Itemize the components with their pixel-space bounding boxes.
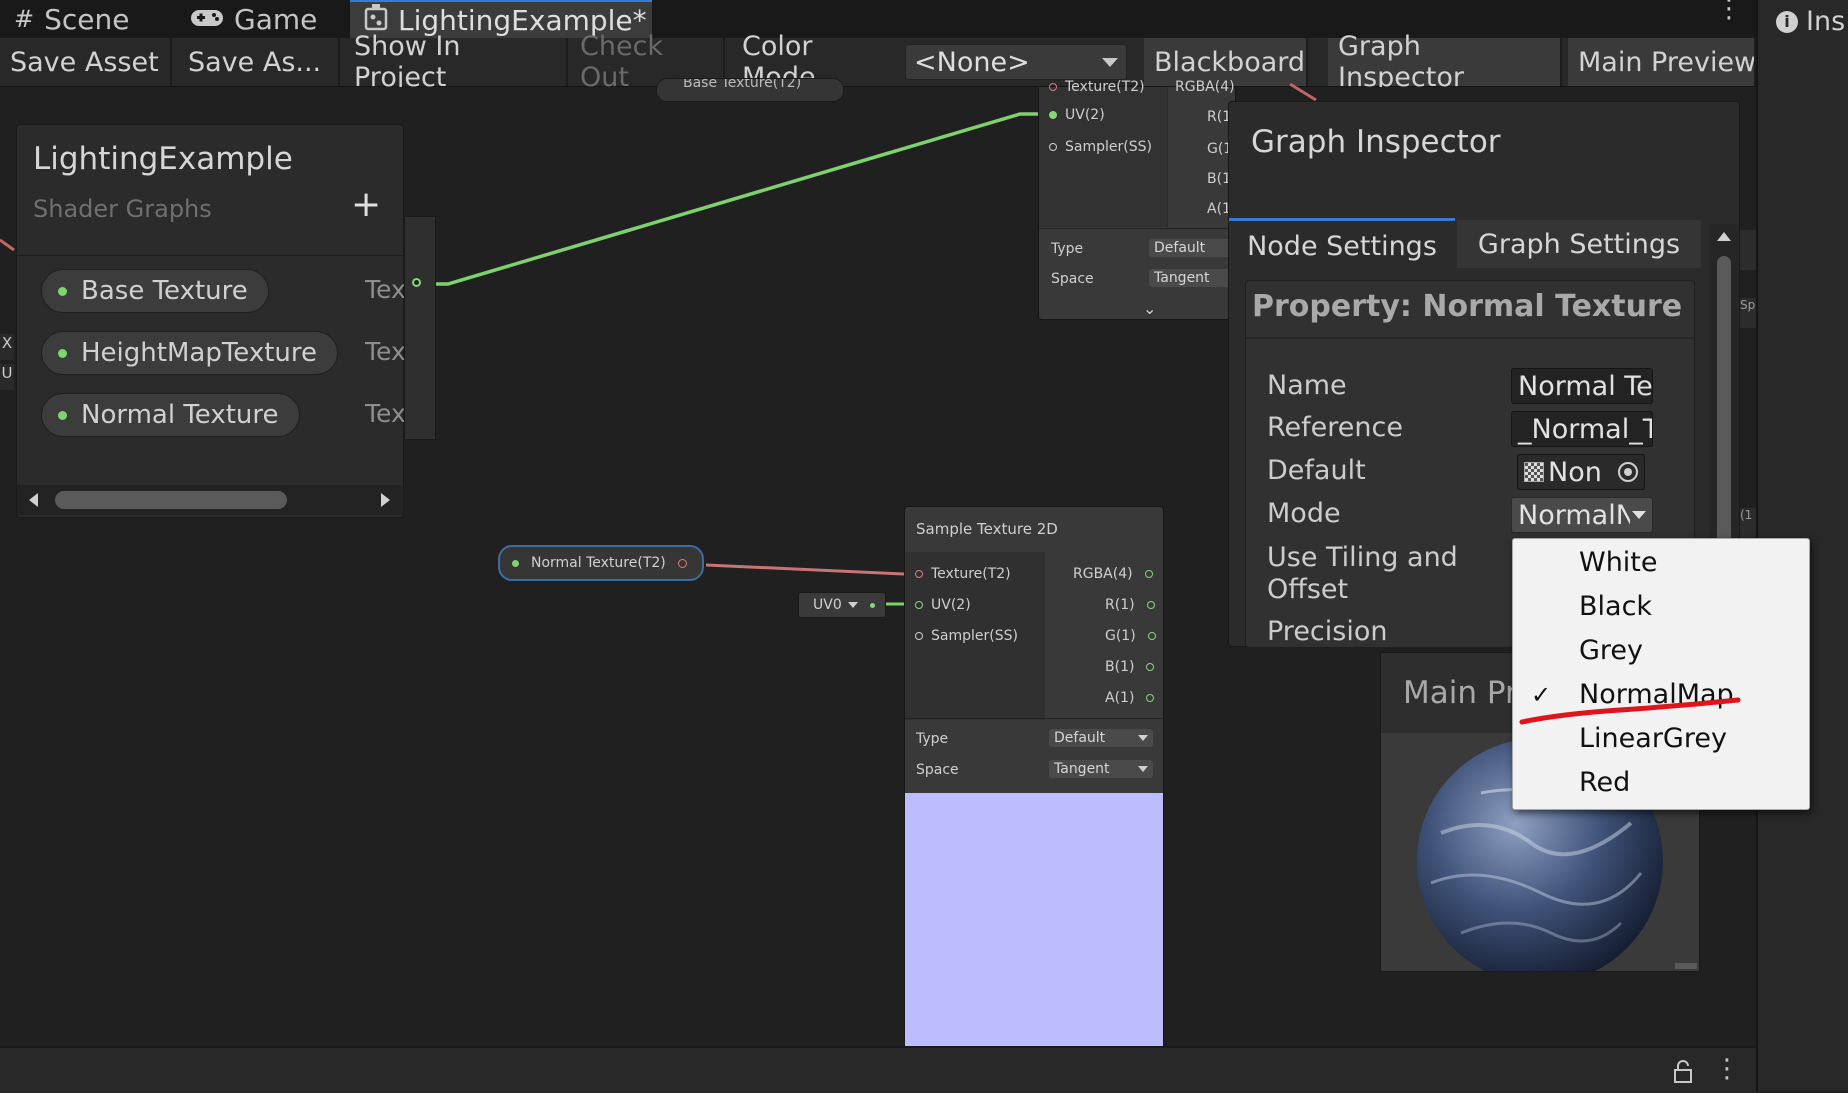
- scroll-up-icon[interactable]: [1717, 232, 1731, 241]
- port-texture-input[interactable]: Texture(T2): [1049, 79, 1145, 95]
- port-r-output[interactable]: R(1): [1105, 597, 1155, 613]
- add-property-icon[interactable]: +: [351, 187, 381, 223]
- chevron-down-icon: [847, 602, 858, 608]
- port-rgba-output[interactable]: RGBA(4): [1175, 79, 1235, 95]
- tab-graph-settings[interactable]: Graph Settings: [1457, 220, 1701, 268]
- blackboard-title: LightingExample: [33, 141, 293, 177]
- space-label: Space: [1051, 271, 1094, 287]
- sample-texture-node-top[interactable]: Texture(T2) UV(2) Sampler(SS) RGBA(4) R(…: [1038, 79, 1236, 320]
- port-g-output[interactable]: G(1): [1105, 628, 1156, 644]
- tab-inspector[interactable]: i Ins: [1776, 6, 1845, 37]
- scrollbar-thumb[interactable]: [1717, 256, 1731, 546]
- scroll-right-icon[interactable]: [381, 493, 390, 507]
- name-field[interactable]: Normal Te: [1511, 368, 1653, 404]
- sample-texture-2d-node[interactable]: Sample Texture 2D Texture(T2) UV(2) Samp…: [904, 506, 1164, 1048]
- space-label: Space: [916, 762, 959, 778]
- status-bar: ⋮: [0, 1046, 1756, 1093]
- preview-resize-handle[interactable]: [1675, 963, 1697, 969]
- blackboard-panel[interactable]: LightingExample Shader Graphs + Base Tex…: [16, 124, 406, 518]
- tab-node-settings[interactable]: Node Settings: [1229, 218, 1455, 271]
- blackboard-resize-edge: [404, 216, 436, 440]
- scroll-left-icon[interactable]: [29, 493, 38, 507]
- scrollbar-thumb[interactable]: [55, 491, 287, 509]
- default-label: Default: [1267, 455, 1366, 486]
- property-type-label: Tex: [365, 275, 406, 304]
- mode-value: NormalN: [1518, 499, 1630, 531]
- type-dropdown[interactable]: Default: [1149, 239, 1235, 257]
- node-port-tag-u: U: [0, 364, 14, 390]
- lock-icon[interactable]: [1672, 1060, 1694, 1088]
- edge-basetexture-uv: [418, 112, 1046, 286]
- base-texture-property-node[interactable]: Base Texture(T2): [656, 78, 844, 102]
- side-tag-1: (1: [1740, 508, 1756, 538]
- type-label: Type: [1051, 241, 1084, 257]
- mode-dropdown-menu[interactable]: White Black Grey ✓ NormalMap LinearGrey …: [1512, 538, 1810, 810]
- mode-label: Mode: [1267, 498, 1341, 529]
- blackboard-subtitle: Shader Graphs: [33, 195, 212, 223]
- chevron-down-icon[interactable]: ⌄: [1143, 299, 1156, 318]
- port-output-dot[interactable]: [677, 558, 687, 568]
- space-dropdown[interactable]: Tangent: [1049, 760, 1153, 778]
- uv0-label: UV0: [813, 597, 842, 613]
- reference-field[interactable]: _Normal_T: [1511, 411, 1653, 447]
- normal-texture-property-node[interactable]: Normal Texture(T2): [498, 545, 704, 581]
- red-underline-annotation: [1519, 697, 1741, 725]
- port-uv-input[interactable]: UV(2): [1049, 107, 1105, 123]
- tab-inspector-label: Ins: [1806, 6, 1846, 37]
- side-tab: [1740, 230, 1756, 270]
- port-output-dot[interactable]: [412, 278, 421, 287]
- type-label: Type: [916, 731, 949, 747]
- node-preview-swatch: [905, 793, 1163, 1047]
- property-section-title: Property: Normal Texture: [1252, 289, 1683, 324]
- port-b-output[interactable]: B(1): [1105, 659, 1155, 675]
- property-base-texture[interactable]: Base Texture: [41, 269, 269, 313]
- use-tiling-label-line2: Offset: [1267, 574, 1349, 605]
- property-normal-texture[interactable]: Normal Texture: [41, 393, 300, 437]
- normal-texture-node-label: Normal Texture(T2): [531, 555, 666, 571]
- port-texture-input[interactable]: Texture(T2): [915, 566, 1011, 582]
- base-texture-node-label: Base Texture(T2): [683, 78, 802, 91]
- menu-item-red[interactable]: Red: [1579, 767, 1630, 798]
- property-dot-icon: [512, 559, 519, 567]
- port-rgba-output[interactable]: RGBA(4): [1073, 566, 1153, 582]
- object-picker-icon[interactable]: [1618, 462, 1638, 482]
- mode-dropdown[interactable]: NormalN: [1511, 497, 1653, 533]
- name-label: Name: [1267, 370, 1347, 401]
- port-dot: [869, 602, 875, 608]
- node-port-tag-x: X: [0, 334, 14, 360]
- type-dropdown[interactable]: Default: [1049, 729, 1153, 747]
- property-type-label: Tex: [365, 337, 406, 366]
- use-tiling-label: Use Tiling and: [1267, 542, 1458, 573]
- edge-normaltexture-texture: [705, 563, 905, 576]
- menu-item-black[interactable]: Black: [1579, 591, 1652, 622]
- checker-texture-icon: [1524, 462, 1544, 482]
- graph-inspector-title: Graph Inspector: [1251, 124, 1501, 160]
- property-heightmap-texture[interactable]: HeightMapTexture: [41, 331, 338, 375]
- uv0-dropdown-node[interactable]: UV0: [798, 592, 886, 618]
- port-a-output[interactable]: A(1): [1105, 690, 1155, 706]
- reference-label: Reference: [1267, 412, 1403, 443]
- edge-red-top: [1289, 82, 1317, 102]
- chevron-down-icon: [1632, 511, 1646, 519]
- side-tag-spa: Spa: [1740, 298, 1756, 328]
- default-texture-field[interactable]: Non: [1517, 454, 1645, 490]
- node-title: Sample Texture 2D: [916, 520, 1058, 538]
- menu-item-white[interactable]: White: [1579, 547, 1658, 578]
- port-sampler-input[interactable]: Sampler(SS): [915, 628, 1018, 644]
- info-icon: i: [1776, 10, 1798, 33]
- edge-red-offscreen: [0, 238, 15, 252]
- port-uv-input[interactable]: UV(2): [915, 597, 971, 613]
- kebab-menu-icon[interactable]: ⋮: [1714, 1054, 1740, 1084]
- space-dropdown[interactable]: Tangent: [1149, 269, 1235, 287]
- blackboard-scrollbar[interactable]: [17, 485, 403, 515]
- port-sampler-input[interactable]: Sampler(SS): [1049, 139, 1152, 155]
- default-texture-value: Non: [1548, 456, 1602, 488]
- property-type-label: Tex: [365, 399, 406, 428]
- menu-item-grey[interactable]: Grey: [1579, 635, 1643, 666]
- precision-label: Precision: [1267, 616, 1388, 647]
